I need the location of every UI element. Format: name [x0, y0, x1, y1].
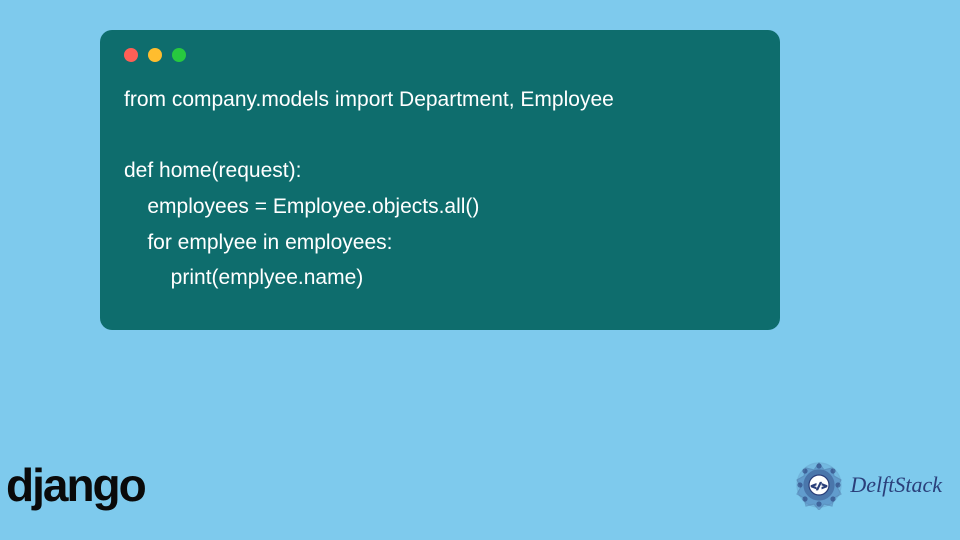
code-line: for emplyee in employees: — [124, 231, 392, 254]
code-window: from company.models import Department, E… — [100, 30, 780, 330]
code-content: from company.models import Department, E… — [124, 82, 756, 296]
close-icon — [124, 48, 138, 62]
code-line: employees = Employee.objects.all() — [124, 195, 479, 218]
django-logo: django — [6, 458, 145, 512]
delftstack-text: DelftStack — [850, 472, 942, 498]
svg-text:</>: </> — [811, 482, 828, 492]
mandala-icon: </> — [794, 460, 844, 510]
code-line: from company.models import Department, E… — [124, 88, 614, 111]
window-controls — [124, 48, 756, 62]
code-line: def home(request): — [124, 159, 301, 182]
code-line: print(emplyee.name) — [124, 266, 363, 289]
delftstack-logo: </> DelftStack — [794, 460, 942, 510]
maximize-icon — [172, 48, 186, 62]
minimize-icon — [148, 48, 162, 62]
